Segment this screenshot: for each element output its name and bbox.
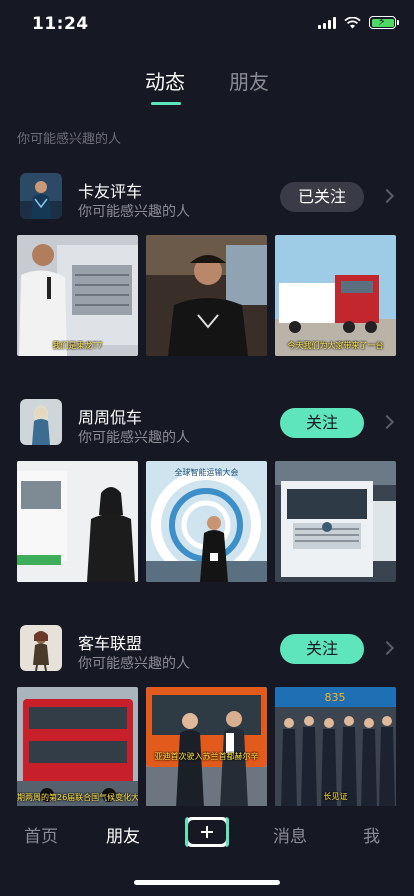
- wifi-icon: [344, 16, 361, 28]
- chevron-right-icon[interactable]: [382, 414, 392, 432]
- avatar[interactable]: [20, 173, 62, 219]
- video-thumbnail[interactable]: [275, 461, 396, 582]
- home-indicator: [134, 880, 280, 885]
- tab-feed[interactable]: 动态: [145, 66, 185, 95]
- video-thumbnail[interactable]: 亚迪首次驶入苏兰首都赫尔辛: [146, 687, 267, 808]
- video-thumbnails: 期两周的第26届联合国气候变化大会 亚迪首次驶入苏兰首都赫尔辛 835 长见证: [17, 687, 398, 808]
- nav-home[interactable]: 首页: [24, 822, 58, 847]
- thumbnail-caption: 全球智能运输大会: [174, 468, 239, 477]
- account-name: 客车联盟: [78, 634, 143, 653]
- video-thumbnail[interactable]: 期两周的第26届联合国气候变化大会: [17, 687, 138, 808]
- video-thumbnails: 我们是乘龙T7 今天我们为大家带来了一台: [17, 235, 398, 356]
- account-subtitle: 你可能感兴趣的人: [78, 430, 190, 446]
- chevron-right-icon[interactable]: [382, 188, 392, 206]
- thumbnail-caption: 长见证: [323, 792, 348, 801]
- following-button[interactable]: 已关注: [280, 182, 364, 212]
- thumbnail-caption: 我们是乘龙T7: [52, 341, 103, 350]
- thumbnail-caption: 期两周的第26届联合国气候变化大会: [17, 793, 138, 802]
- video-thumbnail[interactable]: 全球智能运输大会: [146, 461, 267, 582]
- tab-friends[interactable]: 朋友: [229, 66, 269, 95]
- video-thumbnail[interactable]: [146, 235, 267, 356]
- account-subtitle: 你可能感兴趣的人: [78, 204, 190, 220]
- signal-icon: [318, 16, 336, 29]
- follow-button[interactable]: 关注: [280, 408, 364, 438]
- video-thumbnail[interactable]: [17, 461, 138, 582]
- video-thumbnail[interactable]: 今天我们为大家带来了一台: [275, 235, 396, 356]
- nav-me[interactable]: 我: [363, 822, 380, 847]
- status-time: 11:24: [32, 14, 89, 34]
- nav-messages[interactable]: 消息: [273, 822, 307, 847]
- thumbnail-caption: 今天我们为大家带来了一台: [287, 341, 384, 350]
- nav-friends[interactable]: 朋友: [106, 822, 140, 847]
- account-header[interactable]: 卡友评车 你可能感兴趣的人 已关注: [0, 173, 414, 229]
- section-heading: 你可能感兴趣的人: [17, 132, 122, 147]
- thumbnail-caption: 亚迪首次驶入苏兰首都赫尔辛: [154, 752, 259, 761]
- follow-button[interactable]: 关注: [280, 634, 364, 664]
- status-bar: 11:24 ⚡: [0, 0, 414, 48]
- battery-icon: ⚡: [369, 15, 399, 29]
- svg-text:835: 835: [325, 691, 346, 704]
- account-header[interactable]: 客车联盟 你可能感兴趣的人 关注: [0, 625, 414, 681]
- account-name: 周周侃车: [78, 408, 143, 427]
- active-tab-indicator: [151, 102, 181, 105]
- video-thumbnail[interactable]: 我们是乘龙T7: [17, 235, 138, 356]
- account-header[interactable]: 周周侃车 你可能感兴趣的人 关注: [0, 399, 414, 455]
- status-icons: ⚡: [318, 15, 399, 29]
- account-subtitle: 你可能感兴趣的人: [78, 656, 190, 672]
- video-thumbnail[interactable]: 835 长见证: [275, 687, 396, 808]
- chevron-right-icon[interactable]: [382, 640, 392, 658]
- avatar[interactable]: [20, 399, 62, 445]
- avatar[interactable]: [20, 625, 62, 671]
- account-name: 卡友评车: [78, 182, 143, 201]
- top-tabs: 动态 朋友: [0, 62, 414, 112]
- video-thumbnails: 全球智能运输大会: [17, 461, 398, 582]
- create-button[interactable]: [185, 817, 229, 847]
